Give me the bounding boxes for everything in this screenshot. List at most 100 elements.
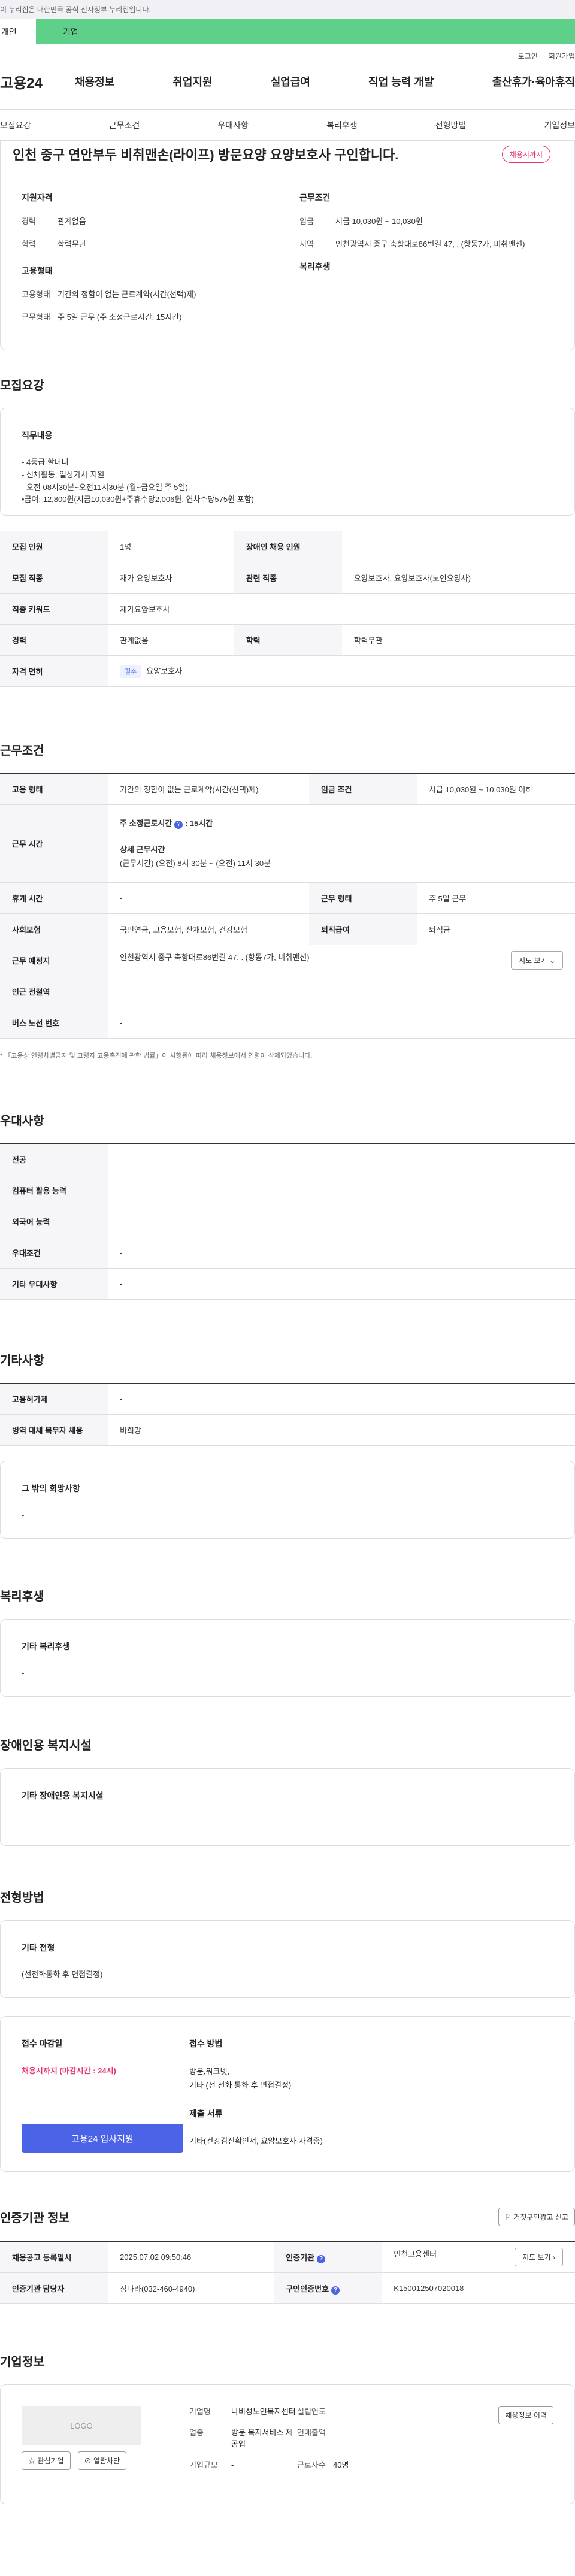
cell-value: -	[108, 1007, 575, 1039]
cell-key: 모집 직종	[0, 562, 108, 594]
table-row: 기타 우대사항 -	[0, 1268, 575, 1300]
docs-value: 기타(건강검진확인서, 요양보호사 자격증)	[189, 2136, 323, 2145]
license-value: 요양보호사	[146, 666, 183, 676]
deadline-title: 접수 마감일	[22, 2039, 63, 2048]
company-fields: 기업명 나비성노인복지센터 설립연도 - 업종 방문 복지서비스 제공업 연매출…	[189, 2406, 498, 2471]
qualification-block: 지원자격 경력 관계없음 학력 학력무관 고용형태 고용형태 기간의 정함이 없는 근…	[22, 192, 276, 334]
company-logo: LOGO	[22, 2406, 141, 2445]
menu-jobs[interactable]: 채용정보	[75, 74, 114, 89]
cell-value: -	[341, 531, 575, 562]
docs-title: 제출 서류	[189, 2108, 223, 2118]
table-row: 경력 관계없음 학력 학력무관	[0, 624, 575, 656]
info-icon[interactable]: ?	[317, 2254, 326, 2263]
main-nav: 고용24 채용정보 취업지원 실업급여 직업 능력 개발 출산휴가·육아휴직	[0, 67, 575, 96]
history-button[interactable]: 채용정보 이력	[498, 2406, 553, 2424]
selection-box-value: (선전화통화 후 면접결정)	[22, 1970, 103, 1979]
job-summary-card: 인천 중구 연안부두 비취맨손(라이프) 방문요양 요양보호사 구인합니다. 채…	[0, 141, 575, 350]
cert-no-label: 구인인증번호	[286, 2284, 329, 2293]
disabled-box-value: -	[22, 1818, 25, 1827]
table-row: 모집 인원 1명 장애인 채용 인원 -	[0, 531, 575, 562]
info-icon[interactable]: ?	[331, 2286, 340, 2295]
recruit-table: 모집 인원 1명 장애인 채용 인원 - 모집 직종 재가 요양보호사 관련 직…	[0, 531, 575, 687]
cert-map-label: 지도 보기	[522, 2253, 551, 2262]
method-line: 방문,워크넷,	[189, 2067, 230, 2076]
weekly-hours-value: : 15시간	[184, 819, 213, 828]
table-row: 버스 노선 번호 -	[0, 1007, 575, 1039]
cell-value: 재가요양보호사	[108, 593, 575, 625]
menu-unemployment-benefit[interactable]: 실업급여	[271, 74, 310, 89]
disabled-section-title: 장애인용 복지시설	[0, 1739, 92, 1752]
section-nav-welfare[interactable]: 복리후생	[326, 119, 358, 131]
cert-map-button[interactable]: 지도 보기 ›	[515, 2248, 563, 2266]
cell-key: 근무 예정지	[0, 945, 108, 976]
cell-key: 사회보험	[0, 913, 108, 945]
cell-value: 필수 요양보호사	[108, 655, 575, 687]
map-button[interactable]: 지도 보기 ⌄	[511, 951, 563, 970]
chevron-right-icon: ›	[553, 2253, 555, 2262]
cell-value: K150012507020018	[382, 2272, 575, 2304]
site-logo[interactable]: 고용24	[0, 71, 75, 92]
disabled-box-title: 기타 장애인용 복지시설	[22, 1791, 104, 1800]
cell-value: -	[108, 1237, 575, 1269]
field-value: -	[333, 2427, 336, 2437]
field-value: 나비성노인복지센터	[231, 2407, 296, 2416]
field-key: 연매출액	[297, 2427, 326, 2437]
section-nav-conditions[interactable]: 근무조건	[109, 119, 140, 131]
cell-key: 근무 형태	[308, 882, 417, 914]
main-menu: 채용정보 취업지원 실업급여 직업 능력 개발 출산휴가·육아휴직	[75, 74, 575, 89]
block-label: 열람차단	[93, 2457, 120, 2465]
tab-personal[interactable]: 개인	[0, 19, 36, 44]
cell-key: 경력	[0, 624, 108, 656]
favorite-button[interactable]: ☆ 관심기업	[22, 2451, 71, 2470]
summary-value: 학력무관	[58, 239, 86, 249]
cell-value: 정나라(032-460-4940)	[108, 2272, 274, 2304]
field-value: -	[231, 2460, 234, 2469]
apply-button[interactable]: 고용24 입사지원	[22, 2124, 183, 2153]
table-row: 자격 면허 필수 요양보호사	[0, 655, 575, 687]
table-row: 근무 예정지 인천광역시 중구 축항대로86번길 47, . (항동7가, 비취…	[0, 945, 575, 976]
work-table: 고용 형태 기간의 정함이 없는 근로계약(시간(선택)제) 임금 조건 시급 …	[0, 773, 575, 1039]
cell-value: -	[108, 882, 309, 914]
gov-banner: 이 누리집은 대한민국 공식 전자정부 누리집입니다.	[0, 0, 575, 19]
table-row: 휴게 시간 - 근무 형태 주 5일 근무	[0, 882, 575, 914]
status-badge: 채용시까지	[501, 146, 550, 163]
cell-key: 학력	[234, 624, 342, 656]
signup-link[interactable]: 회원가입	[549, 51, 575, 61]
summary-value: 인천광역시 중구 축항대로86번길 47, . (항동7가, 비취맨션)	[335, 239, 525, 249]
age-note: * 「고용상 연령차별금지 및 고령자 고용촉진에 관한 법률」이 시행됨에 따…	[0, 1052, 313, 1060]
table-row: 근무 시간 주 소정근로시간? : 15시간 상세 근무시간 (근무시간) (오…	[0, 804, 575, 883]
company-card: LOGO ☆ 관심기업 ⊘ 열람차단 기업명 나비성노인복지센터 설립연도 - …	[0, 2384, 575, 2504]
benefit-box-value: -	[22, 1669, 25, 1678]
table-row: 우대조건 -	[0, 1237, 575, 1269]
cell-key: 임금 조건	[308, 773, 417, 805]
job-title: 인천 중구 연안부두 비취맨손(라이프) 방문요양 요양보호사 구인합니다.	[13, 147, 399, 162]
cell-key: 근무 시간	[0, 804, 108, 883]
section-nav-selection[interactable]: 전형방법	[435, 119, 467, 131]
recruit-section-title: 모집요강	[0, 379, 44, 392]
wish-box: 그 밖의 희망사항 -	[0, 1461, 575, 1539]
field-key: 업종	[189, 2427, 204, 2437]
disabled-box: 기타 장애인용 복지시설 -	[0, 1768, 575, 1846]
menu-vocational-training[interactable]: 직업 능력 개발	[368, 74, 434, 89]
field-value: 40명	[333, 2460, 349, 2469]
section-nav-company[interactable]: 기업정보	[544, 119, 575, 131]
info-icon[interactable]: ?	[174, 821, 183, 830]
benefit-box: 기타 복리후생 -	[0, 1619, 575, 1697]
menu-employment-support[interactable]: 취업지원	[172, 74, 212, 89]
login-link[interactable]: 로그인	[518, 51, 538, 61]
page-bottom-spacer	[0, 2504, 575, 2576]
block-button[interactable]: ⊘ 열람차단	[77, 2451, 127, 2470]
report-button[interactable]: ⚐ 거짓구인광고 신고	[498, 2208, 575, 2226]
menu-parental-leave[interactable]: 출산휴가·육아휴직	[492, 74, 575, 89]
tab-business[interactable]: 기업	[36, 19, 575, 44]
etc-section-title: 기타사항	[0, 1354, 44, 1367]
field-key: 근로자수	[297, 2460, 326, 2469]
work-section-title: 근무조건	[0, 744, 44, 758]
section-nav-preference[interactable]: 우대사항	[217, 119, 249, 131]
table-row: 채용공고 등록일시 2025.07.02 09:50:46 인증기관? 인천고용…	[0, 2241, 575, 2273]
welfare-title: 복리후생	[299, 262, 331, 271]
cell-key: 인근 전철역	[0, 976, 108, 1007]
cell-key: 기타 우대사항	[0, 1268, 108, 1300]
section-nav-recruit[interactable]: 모집요강	[0, 119, 31, 131]
cell-key: 컴퓨터 활용 능력	[0, 1175, 108, 1206]
